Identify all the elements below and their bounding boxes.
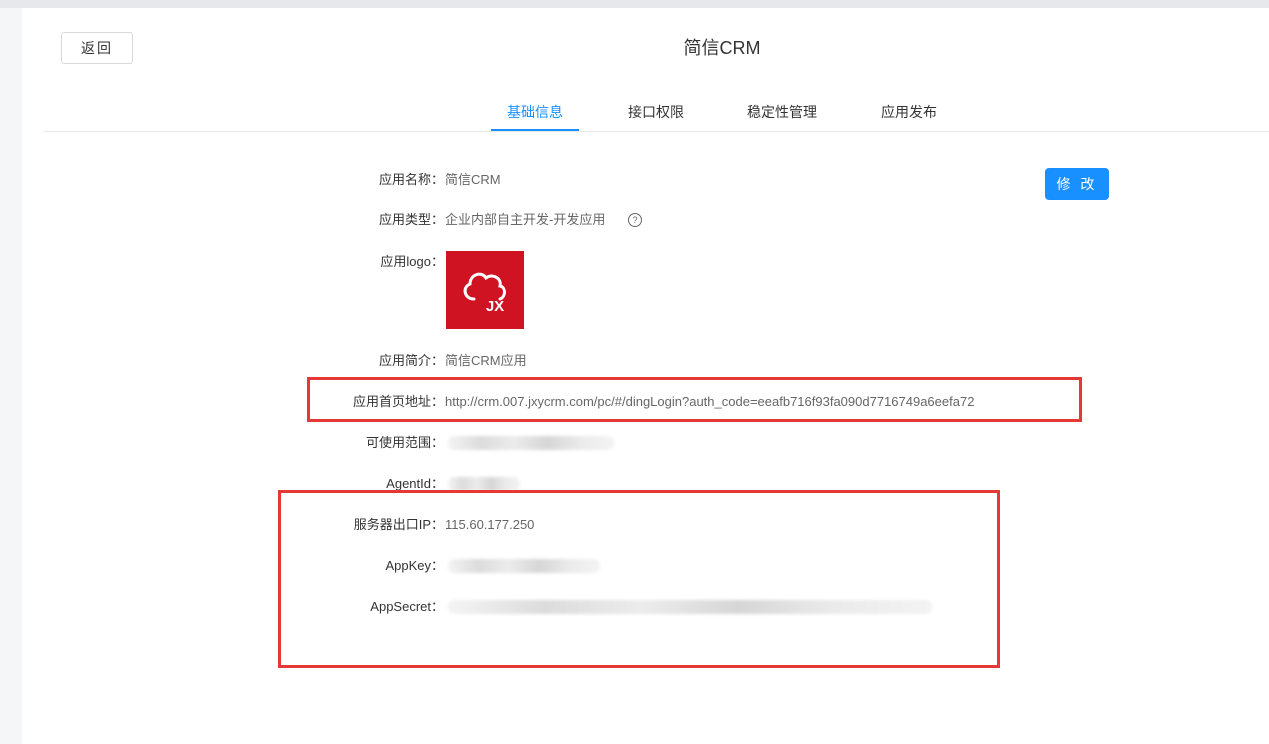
tab-basic-info[interactable]: 基础信息 [507,102,563,122]
left-gutter [0,8,22,744]
question-circle-icon[interactable]: ? [628,213,642,227]
app-logo: JX [446,251,524,329]
app-type-value: 企业内部自主开发-开发应用 [445,212,606,227]
tab-app-publish[interactable]: 应用发布 [881,102,937,122]
top-bar [0,0,1269,8]
tab-stability-management[interactable]: 稳定性管理 [747,102,817,122]
back-button[interactable]: 返回 [61,32,133,64]
field-label: 应用名称： [378,172,444,187]
tab-api-permissions[interactable]: 接口权限 [628,102,684,122]
field-app-type: 应用类型： 企业内部自主开发-开发应用 ? [0,210,1269,230]
cloud-jx-logo-icon: JX [463,272,506,315]
active-tab-indicator [491,129,579,131]
app-name-value: 简信CRM [445,172,501,187]
highlight-box-credentials [278,490,1000,668]
logo-text: JX [486,298,504,315]
field-app-intro: 应用简介： 简信CRM应用 [0,351,1269,371]
highlight-box-homepage [307,377,1082,422]
tab-bar: 基础信息 接口权限 稳定性管理 应用发布 [44,88,1269,132]
field-label: 应用类型： [378,212,444,227]
field-label: 可使用范围： [365,435,444,450]
field-label: 应用简介： [378,353,444,368]
redacted-scope-value [448,436,614,450]
redacted-agent-id-value [448,477,520,491]
field-usage-scope: 可使用范围： [0,433,1269,453]
field-app-logo-label: 应用logo： [0,252,1269,272]
app-intro-value: 简信CRM应用 [445,353,527,368]
field-app-name: 应用名称： 简信CRM [0,170,1269,190]
field-label: 应用logo： [380,254,444,269]
page-title: 简信CRM [683,38,761,58]
